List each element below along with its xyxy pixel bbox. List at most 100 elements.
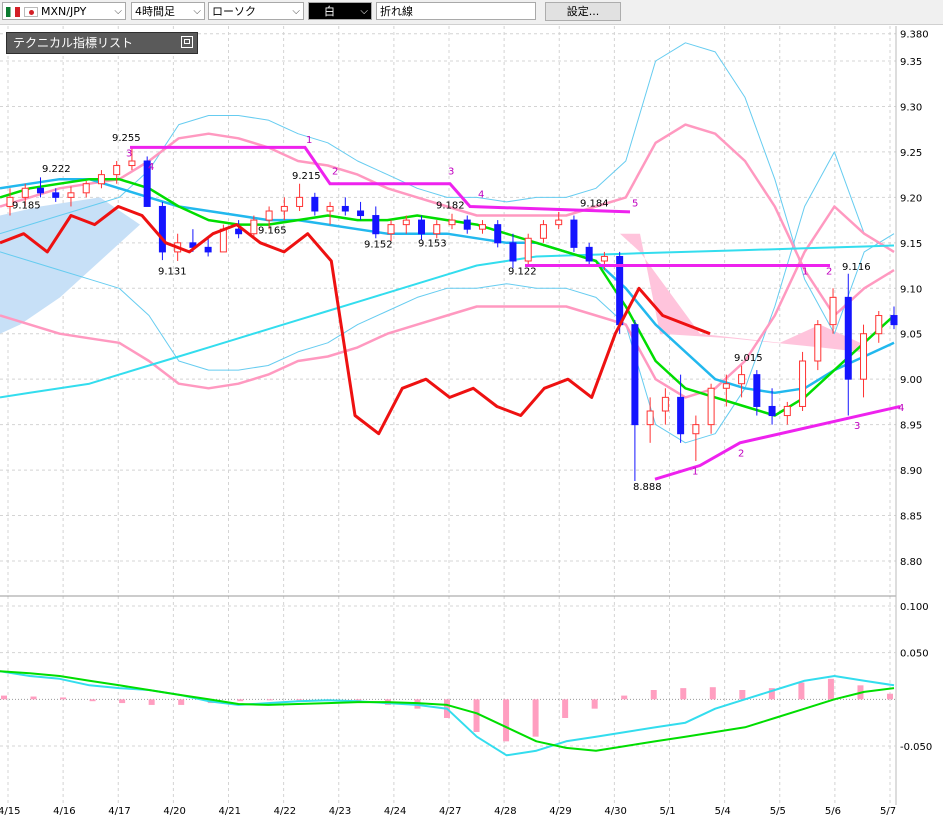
candle-body (585, 246, 593, 262)
candle-body (52, 192, 60, 198)
x-tick-label: 5/4 (715, 806, 731, 817)
y-tick-label: 9.10 (900, 284, 922, 295)
macd-histogram-bar (89, 699, 96, 702)
candle-body (235, 228, 243, 235)
x-tick-label: 4/21 (219, 806, 241, 817)
price-label: 9.184 (580, 198, 609, 209)
macd-histogram-bar (562, 699, 569, 718)
candle-body (753, 374, 761, 407)
macd-histogram-bar (650, 690, 657, 700)
macd-histogram-bar (680, 688, 687, 700)
candle-body (707, 387, 715, 426)
pair-select[interactable]: MXN/JPY ⌵ (2, 2, 126, 20)
candle-body (311, 196, 319, 212)
macd-histogram-bar (887, 693, 893, 700)
x-tick-label: 4/28 (494, 806, 516, 817)
panel-title: テクニカル指標リスト (13, 36, 134, 50)
price-label: 9.182 (436, 200, 465, 211)
candle-body (204, 246, 212, 253)
candle-body (692, 424, 700, 435)
candle-body (158, 205, 166, 253)
y-tick-label: 9.00 (900, 375, 922, 386)
candle-body (357, 210, 365, 217)
sub-tick-label: 0.050 (900, 649, 929, 660)
candle-body (539, 224, 547, 239)
price-label: 9.222 (42, 164, 71, 175)
settings-button[interactable]: 設定... (545, 2, 621, 21)
candle-body (570, 219, 578, 248)
candle-body (677, 396, 685, 435)
toolbar: MXN/JPY ⌵ 4時間足 ⌵ ローソク ⌵ 白 ⌵ 折れ線 設定... (0, 0, 943, 25)
price-label: 9.015 (734, 353, 763, 364)
candle-body (418, 219, 426, 235)
candle-body (478, 224, 486, 230)
candle-body (799, 360, 807, 407)
chevron-down-icon: ⌵ (360, 6, 368, 17)
candle-body (646, 410, 654, 426)
candle-body (555, 219, 563, 226)
x-tick-label: 5/1 (660, 806, 676, 817)
macd-histogram-bar (178, 699, 185, 705)
x-tick-label: 4/23 (329, 806, 351, 817)
y-tick-label: 8.90 (900, 466, 922, 477)
wave-label: 1 (692, 467, 698, 478)
macd-histogram-bar (503, 699, 510, 742)
macd-histogram-bar (798, 682, 805, 700)
candle-body (661, 396, 669, 412)
timeframe-select[interactable]: 4時間足 ⌵ (131, 2, 205, 20)
macd-histogram-bar (532, 699, 539, 737)
price-label: 8.888 (633, 482, 662, 493)
candle-body (67, 192, 75, 198)
chart-canvas[interactable]: 9.380 9.35 9.30 9.25 9.20 9.15 9.10 9.05 9.00 8.9… (0, 0, 943, 821)
indicator-list-panel[interactable]: テクニカル指標リスト (6, 32, 198, 54)
color-label: 白 (324, 5, 335, 18)
line-type-label: 折れ線 (380, 5, 413, 18)
price-label: 9.185 (12, 200, 41, 211)
wave-label: 4 (478, 189, 484, 200)
x-tick-label: 4/29 (549, 806, 571, 817)
chevron-down-icon: ⌵ (292, 6, 300, 17)
macd-histogram-bar (237, 699, 244, 702)
price-label: 9.122 (508, 267, 537, 278)
y-tick-label: 8.80 (900, 557, 922, 568)
candle-body (860, 333, 868, 380)
wave-label: 2 (738, 448, 744, 459)
wave-label: 4 (898, 403, 904, 414)
candle-body (875, 315, 883, 335)
chart-style-select[interactable]: ローソク ⌵ (208, 2, 304, 20)
chevron-down-icon: ⌵ (193, 6, 201, 17)
candle-body (509, 242, 517, 262)
x-tick-label: 4/22 (274, 806, 296, 817)
y-tick-label: 9.30 (900, 102, 922, 113)
candle-body (494, 224, 502, 244)
candle-body (463, 219, 471, 230)
candle-body (128, 160, 136, 167)
y-tick-label: 9.15 (900, 239, 922, 250)
wave-label: 4 (148, 162, 154, 173)
candle-body (448, 219, 456, 226)
candle-body (783, 405, 791, 417)
x-tick-label: 4/16 (53, 806, 75, 817)
bollinger-upper-outer (0, 42, 895, 335)
pair-label: MXN/JPY (41, 5, 87, 18)
candle-body (890, 315, 898, 326)
candle-body (36, 187, 44, 194)
x-tick-label: 4/20 (163, 806, 185, 817)
chevron-down-icon: ⌵ (114, 6, 122, 17)
wave-label: 2 (826, 267, 832, 278)
price-label: 9.165 (258, 226, 287, 237)
wave-label: 3 (448, 167, 454, 178)
candle-body (97, 174, 105, 185)
price-label: 9.116 (842, 262, 871, 273)
candle-body (341, 205, 349, 212)
candle-body (326, 205, 334, 212)
restore-icon[interactable] (181, 36, 193, 48)
y-tick-label: 8.85 (900, 512, 922, 523)
x-tick-label: 4/30 (604, 806, 626, 817)
line-type-field[interactable]: 折れ線 (376, 2, 536, 20)
y-tick-label: 9.20 (900, 193, 922, 204)
candle-body (814, 324, 822, 362)
candle-body (387, 224, 395, 235)
wave-label: 1 (802, 267, 808, 278)
color-select[interactable]: 白 ⌵ (308, 2, 372, 20)
